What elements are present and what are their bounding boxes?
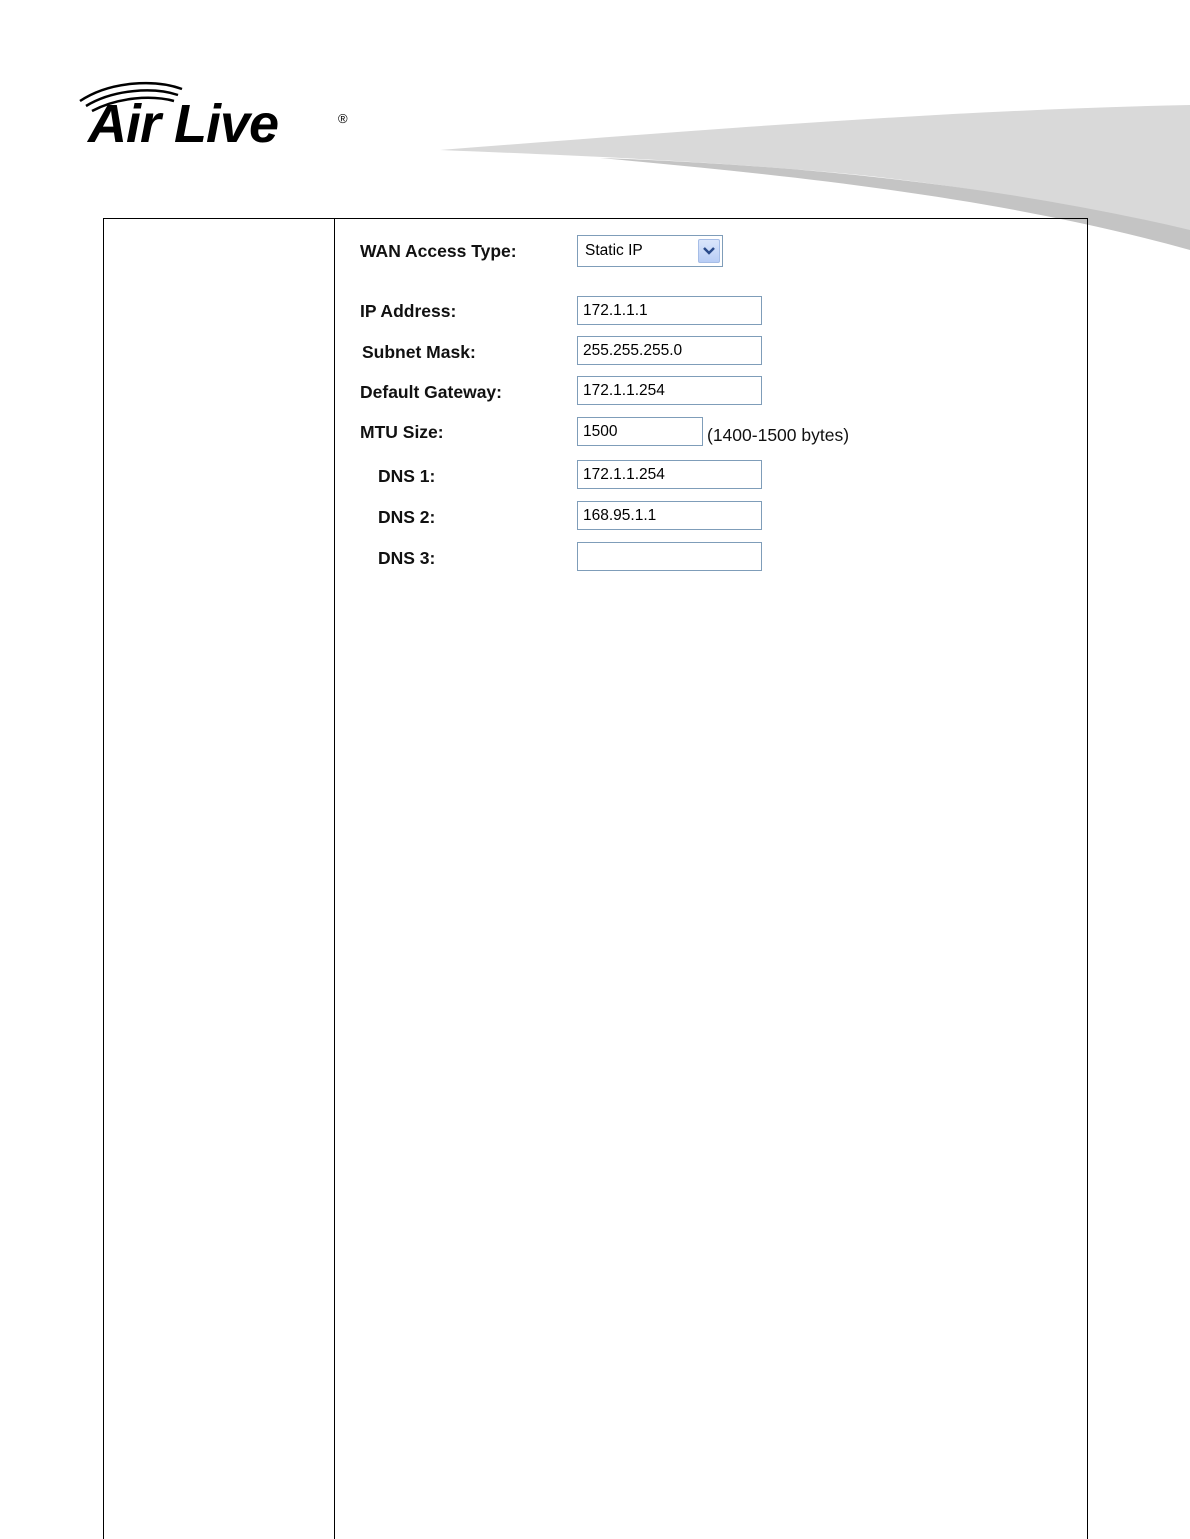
dns1-label: DNS 1: bbox=[378, 466, 436, 486]
dns3-input[interactable] bbox=[577, 542, 762, 571]
wan-access-type-label: WAN Access Type: bbox=[360, 241, 517, 261]
chevron-down-icon bbox=[703, 247, 715, 255]
wan-access-type-value: Static IP bbox=[585, 242, 643, 259]
subnet-mask-input[interactable]: 255.255.255.0 bbox=[577, 336, 762, 365]
wan-settings-panel: WAN Access Type: Static IP IP Address: 1… bbox=[345, 225, 880, 575]
table-column-divider bbox=[334, 219, 335, 1539]
wan-access-type-select[interactable]: Static IP bbox=[577, 235, 723, 267]
default-gateway-input[interactable]: 172.1.1.254 bbox=[577, 376, 762, 405]
subnet-mask-label: Subnet Mask: bbox=[362, 342, 476, 362]
dns1-input[interactable]: 172.1.1.254 bbox=[577, 460, 762, 489]
mtu-size-label: MTU Size: bbox=[360, 422, 444, 442]
logo-text: Air Live bbox=[88, 94, 279, 154]
ip-address-label: IP Address: bbox=[360, 301, 457, 321]
document-table: WAN Access Type: Static IP IP Address: 1… bbox=[103, 218, 1088, 1539]
default-gateway-label: Default Gateway: bbox=[360, 382, 502, 402]
dns2-label: DNS 2: bbox=[378, 507, 436, 527]
dns3-label: DNS 3: bbox=[378, 548, 436, 568]
ip-address-input[interactable]: 172.1.1.1 bbox=[577, 296, 762, 325]
mtu-size-input[interactable]: 1500 bbox=[577, 417, 703, 446]
airlive-logo: Air Live ® bbox=[70, 75, 360, 160]
dns2-input[interactable]: 168.95.1.1 bbox=[577, 501, 762, 530]
registered-mark: ® bbox=[338, 111, 348, 126]
mtu-size-hint: (1400-1500 bytes) bbox=[707, 425, 850, 445]
dropdown-button[interactable] bbox=[698, 239, 720, 263]
